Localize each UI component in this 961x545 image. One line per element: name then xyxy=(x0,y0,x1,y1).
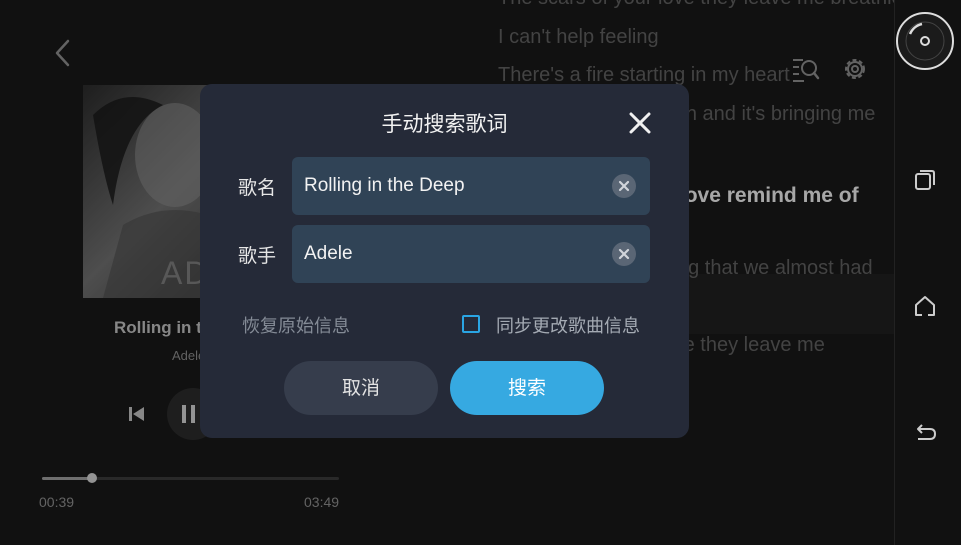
recent-apps-icon xyxy=(915,170,935,190)
dialog-title: 手动搜索歌词 xyxy=(381,112,508,136)
singer-field[interactable] xyxy=(292,225,650,283)
singer-label: 歌手 xyxy=(238,245,277,267)
home-icon xyxy=(915,296,935,316)
restore-original-info-link[interactable]: 恢复原始信息 xyxy=(242,312,350,338)
manual-lyrics-search-dialog: 手动搜索歌词 歌名 歌手 xyxy=(200,84,689,438)
vinyl-disc-icon xyxy=(905,21,945,61)
clear-song-name-button[interactable] xyxy=(612,174,636,198)
player-screen: ADELE Rolling in the Deep Adele 00:39 03… xyxy=(0,0,923,545)
back-arrow-icon xyxy=(917,424,937,440)
clear-singer-button[interactable] xyxy=(612,242,636,266)
clear-icon xyxy=(618,248,630,260)
sync-song-info-checkbox[interactable] xyxy=(462,315,480,333)
song-name-input[interactable] xyxy=(304,157,604,215)
clear-icon xyxy=(618,180,630,192)
recent-apps-button[interactable] xyxy=(910,165,940,195)
cancel-button[interactable]: 取消 xyxy=(284,361,438,415)
system-back-button[interactable] xyxy=(910,418,940,448)
close-icon xyxy=(629,112,651,134)
close-button[interactable] xyxy=(625,108,655,138)
search-button[interactable]: 搜索 xyxy=(450,361,604,415)
singer-input[interactable] xyxy=(304,225,604,283)
home-button[interactable] xyxy=(910,291,940,321)
sync-song-info-label[interactable]: 同步更改歌曲信息 xyxy=(496,312,640,338)
system-sidebar xyxy=(894,0,961,545)
song-name-label: 歌名 xyxy=(238,177,277,199)
now-playing-disc[interactable] xyxy=(896,12,954,70)
song-name-field[interactable] xyxy=(292,157,650,215)
